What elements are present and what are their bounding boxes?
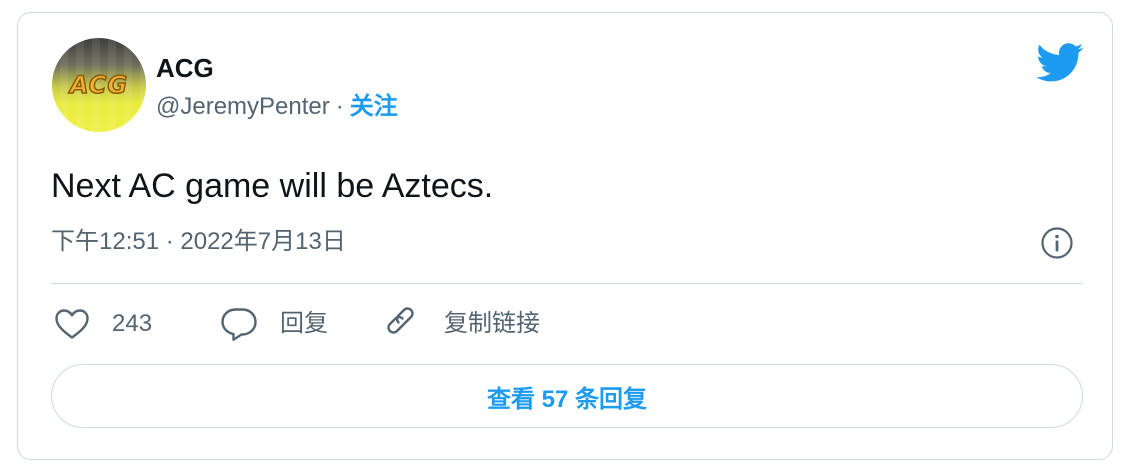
reply-label: 回复 xyxy=(280,310,328,337)
info-icon[interactable] xyxy=(1040,226,1074,260)
view-replies-button[interactable]: 查看 57 条回复 xyxy=(51,364,1083,428)
avatar-logo: ACG xyxy=(69,71,129,99)
reply-bubble-icon xyxy=(221,308,257,341)
like-button[interactable]: 243 xyxy=(54,306,152,342)
author-handle-row: @JeremyPenter · 关注 xyxy=(156,92,398,122)
tweet-text: Next AC game will be Aztecs. xyxy=(51,167,494,205)
copy-link-label: 复制链接 xyxy=(444,310,540,337)
copy-link-button[interactable]: 复制链接 xyxy=(386,306,540,342)
avatar[interactable]: ACG xyxy=(52,38,146,132)
heart-icon xyxy=(55,309,89,339)
tweet-card: ACG ACG @JeremyPenter · 关注 Next AC game wi… xyxy=(17,12,1113,460)
tweet-timestamp[interactable]: 下午12:51 · 2022年7月13日 xyxy=(51,227,346,257)
follow-link[interactable]: 关注 xyxy=(350,93,398,120)
like-count: 243 xyxy=(112,310,153,337)
author-handle[interactable]: @JeremyPenter xyxy=(156,93,330,120)
twitter-bird-icon[interactable] xyxy=(1036,43,1084,83)
reply-button[interactable]: 回复 xyxy=(220,306,328,342)
divider xyxy=(51,283,1083,284)
separator-dot: · xyxy=(335,93,344,120)
link-icon xyxy=(387,307,414,334)
author-name[interactable]: ACG xyxy=(156,53,214,83)
